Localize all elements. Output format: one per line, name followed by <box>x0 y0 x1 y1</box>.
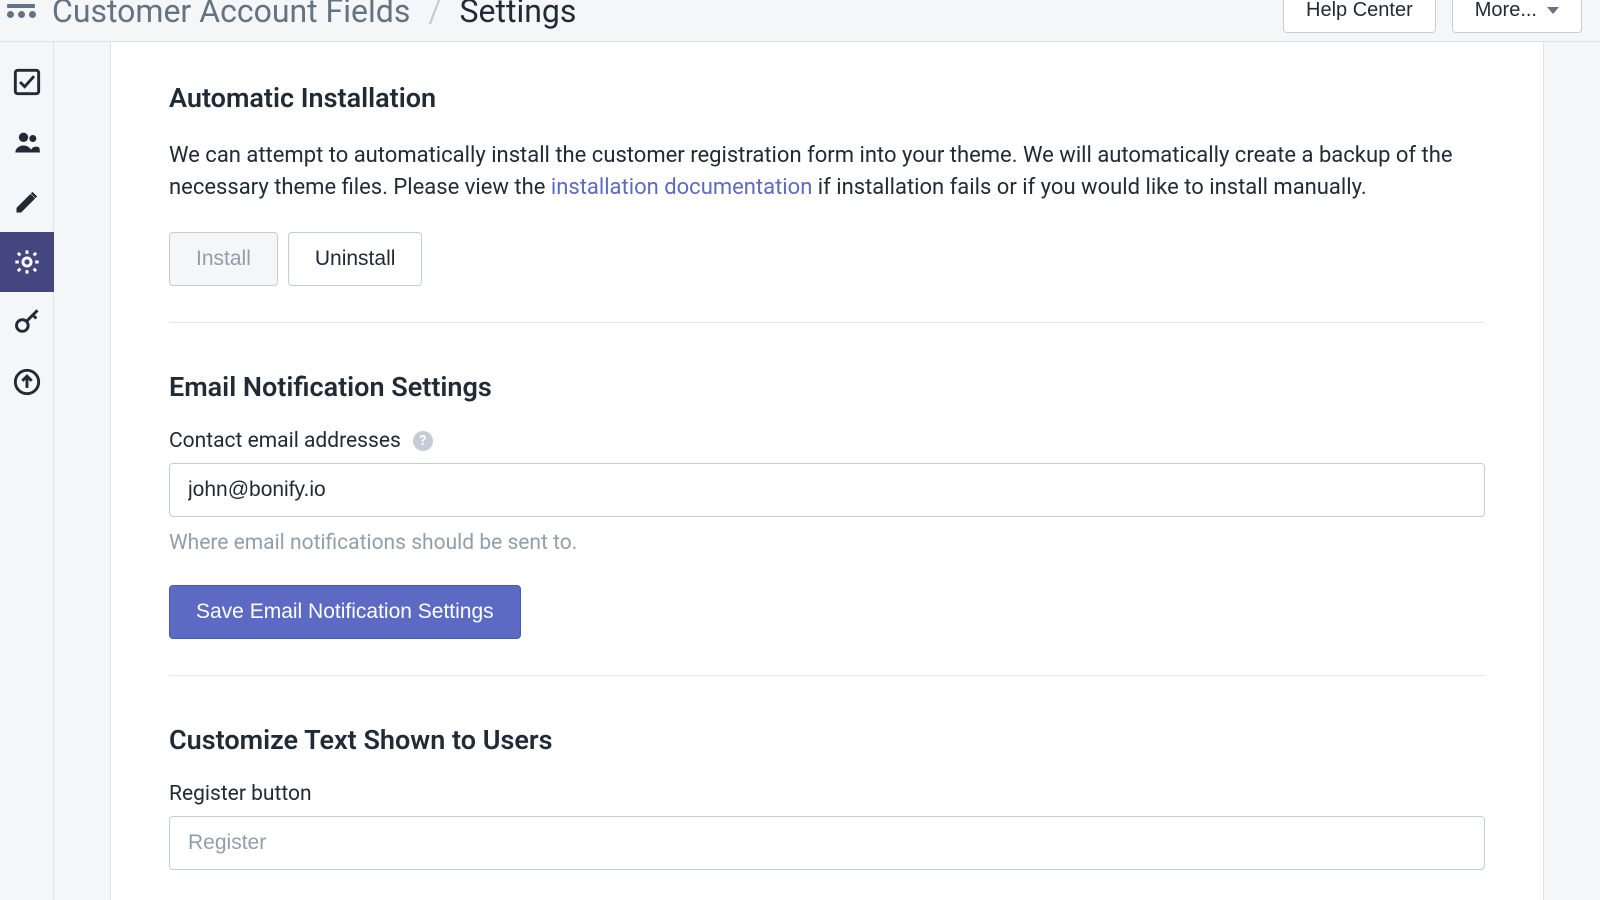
install-doc-link[interactable]: installation documentation <box>551 175 813 200</box>
help-icon[interactable]: ? <box>413 431 433 451</box>
sidebar-item-settings[interactable] <box>0 232 54 292</box>
email-label-text: Contact email addresses <box>169 429 401 453</box>
chevron-down-icon <box>1547 7 1559 14</box>
sidebar <box>0 42 54 900</box>
install-button[interactable]: Install <box>169 232 278 286</box>
email-help-text: Where email notifications should be sent… <box>169 531 1485 555</box>
sidebar-item-check[interactable] <box>0 52 54 112</box>
section-email: Email Notification Settings Contact emai… <box>169 322 1485 675</box>
register-field-label: Register button <box>169 782 1485 806</box>
main-scroll[interactable]: Automatic Installation We can attempt to… <box>54 42 1600 900</box>
install-title: Automatic Installation <box>169 82 1485 114</box>
top-header: Customer Account Fields / Settings Help … <box>0 0 1600 42</box>
edit-icon <box>13 188 41 216</box>
header-left: Customer Account Fields / Settings <box>4 0 1283 30</box>
email-title: Email Notification Settings <box>169 371 1485 403</box>
save-email-button[interactable]: Save Email Notification Settings <box>169 585 521 639</box>
sidebar-item-key[interactable] <box>0 292 54 352</box>
breadcrumb-separator: / <box>428 0 441 30</box>
sidebar-item-users[interactable] <box>0 112 54 172</box>
breadcrumb-current: Settings <box>460 0 577 30</box>
help-center-button[interactable]: Help Center <box>1283 0 1436 33</box>
sidebar-item-edit[interactable] <box>0 172 54 232</box>
more-label: More... <box>1475 0 1537 22</box>
uninstall-button[interactable]: Uninstall <box>288 232 423 286</box>
install-desc-after: if installation fails or if you would li… <box>812 175 1366 200</box>
sidebar-item-upload[interactable] <box>0 352 54 412</box>
breadcrumb: Customer Account Fields / Settings <box>52 0 576 30</box>
install-description: We can attempt to automatically install … <box>169 140 1485 204</box>
section-customize: Customize Text Shown to Users Register b… <box>169 675 1485 900</box>
header-right: Help Center More... <box>1283 0 1582 33</box>
customize-title: Customize Text Shown to Users <box>169 724 1485 756</box>
section-install: Automatic Installation We can attempt to… <box>169 82 1485 322</box>
content-panel: Automatic Installation We can attempt to… <box>110 42 1544 900</box>
install-button-row: Install Uninstall <box>169 232 1485 286</box>
register-label-text: Register button <box>169 782 312 806</box>
gear-icon <box>13 248 41 276</box>
contact-email-input[interactable] <box>169 463 1485 517</box>
email-field-label: Contact email addresses ? <box>169 429 1485 453</box>
upload-icon <box>13 368 41 396</box>
help-center-label: Help Center <box>1306 0 1413 22</box>
app-icon <box>4 4 38 18</box>
register-button-input[interactable] <box>169 816 1485 870</box>
key-icon <box>13 308 41 336</box>
check-icon <box>13 68 41 96</box>
breadcrumb-root[interactable]: Customer Account Fields <box>52 0 410 30</box>
more-button[interactable]: More... <box>1452 0 1582 33</box>
users-icon <box>13 128 41 156</box>
